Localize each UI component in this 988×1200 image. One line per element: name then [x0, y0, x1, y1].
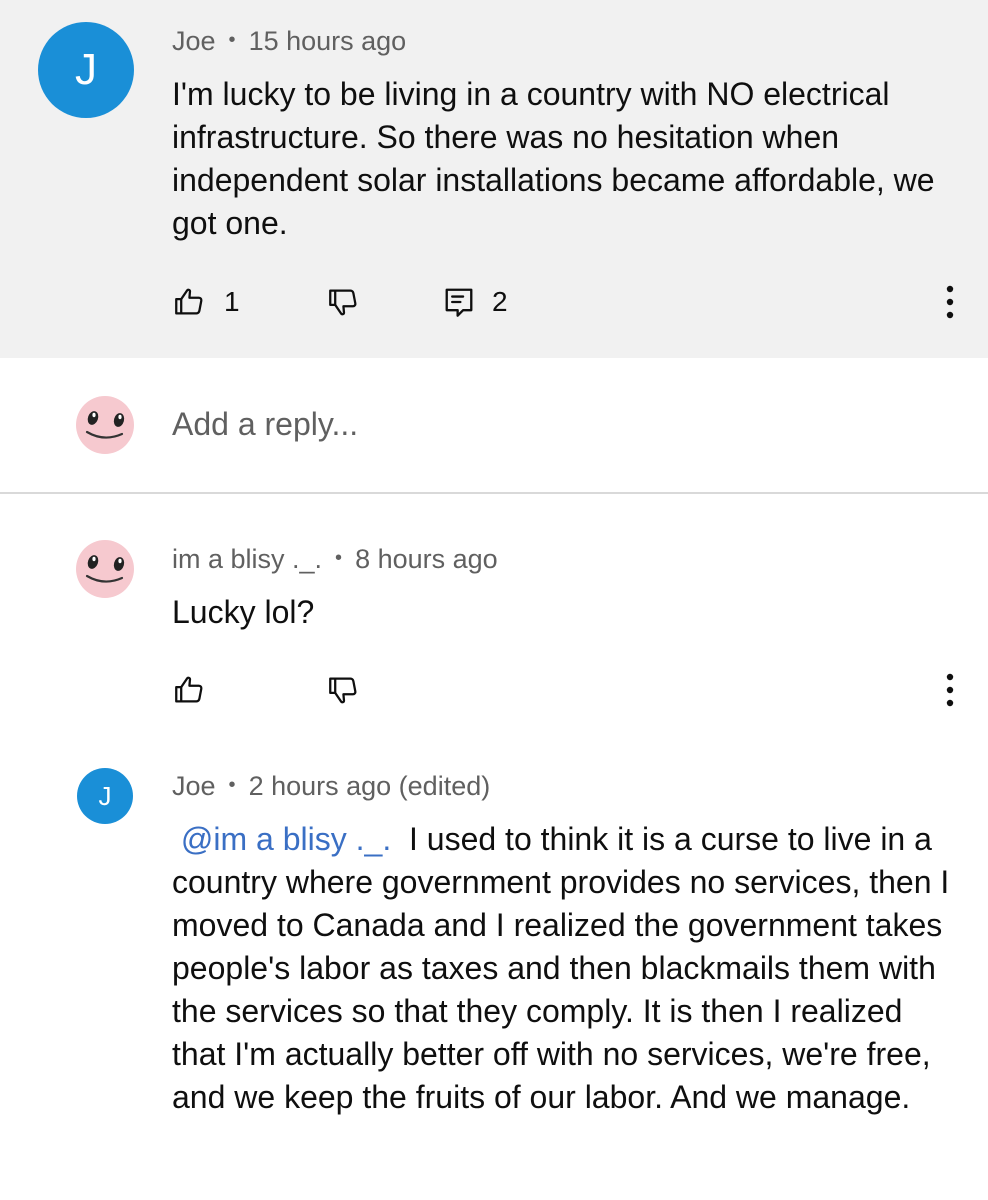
- more-options-button[interactable]: [938, 280, 962, 324]
- more-vert-icon: [946, 285, 954, 319]
- smiley-avatar[interactable]: [76, 540, 134, 598]
- reply-count: 2: [492, 286, 508, 317]
- mention-link[interactable]: @im a blisy ._.: [181, 821, 391, 857]
- smiley-avatar[interactable]: [76, 396, 134, 454]
- like-button[interactable]: 1: [172, 280, 240, 324]
- more-vert-icon: [946, 673, 954, 707]
- reply-meta: im a blisy ._. • 8 hours ago: [172, 544, 498, 575]
- comment-icon: [445, 288, 473, 317]
- add-reply-input[interactable]: Add a reply...: [172, 406, 358, 443]
- reply-time: 2 hours ago (edited): [248, 771, 491, 801]
- reply-time: 8 hours ago: [355, 544, 498, 574]
- reply-text: Lucky lol?: [172, 594, 315, 630]
- comment-text: I'm lucky to be living in a country with…: [172, 76, 935, 241]
- avatar-letter: J: [75, 45, 97, 94]
- meta-separator: •: [228, 774, 236, 796]
- thumbs-down-icon: [329, 677, 357, 704]
- avatar-letter: J: [98, 780, 112, 811]
- comment-author[interactable]: Joe: [172, 26, 216, 57]
- reply-actions: [172, 668, 962, 712]
- thumbs-up-icon: [175, 288, 203, 315]
- reply-text: @im a blisy ._. I used to think it is a …: [172, 818, 952, 1119]
- dislike-button[interactable]: [326, 280, 360, 324]
- dislike-button[interactable]: [326, 668, 360, 712]
- comment-time: 15 hours ago: [248, 26, 407, 56]
- reply-author[interactable]: im a blisy ._.: [172, 544, 322, 575]
- reply-composer: Add a reply...: [0, 358, 988, 494]
- comment-thread: J Joe • 15 hours ago I'm lucky to be liv…: [0, 0, 988, 1200]
- comment-meta: Joe • 15 hours ago: [172, 26, 406, 57]
- more-options-button[interactable]: [938, 668, 962, 712]
- meta-separator: •: [228, 29, 236, 51]
- avatar[interactable]: J: [38, 22, 134, 118]
- reply-button[interactable]: 2: [444, 280, 508, 324]
- reply-meta: Joe • 2 hours ago (edited): [172, 771, 490, 802]
- meta-separator: •: [335, 547, 343, 569]
- reply-author[interactable]: Joe: [172, 771, 216, 802]
- like-count: 1: [224, 286, 240, 317]
- thumbs-up-icon: [175, 676, 203, 703]
- reply-body: I used to think it is a curse to live in…: [172, 821, 950, 1115]
- comment-actions: 1 2: [172, 280, 962, 324]
- highlighted-comment: J Joe • 15 hours ago I'm lucky to be liv…: [0, 0, 988, 358]
- like-button[interactable]: [172, 668, 206, 712]
- avatar[interactable]: J: [77, 768, 133, 824]
- thumbs-down-icon: [329, 289, 357, 316]
